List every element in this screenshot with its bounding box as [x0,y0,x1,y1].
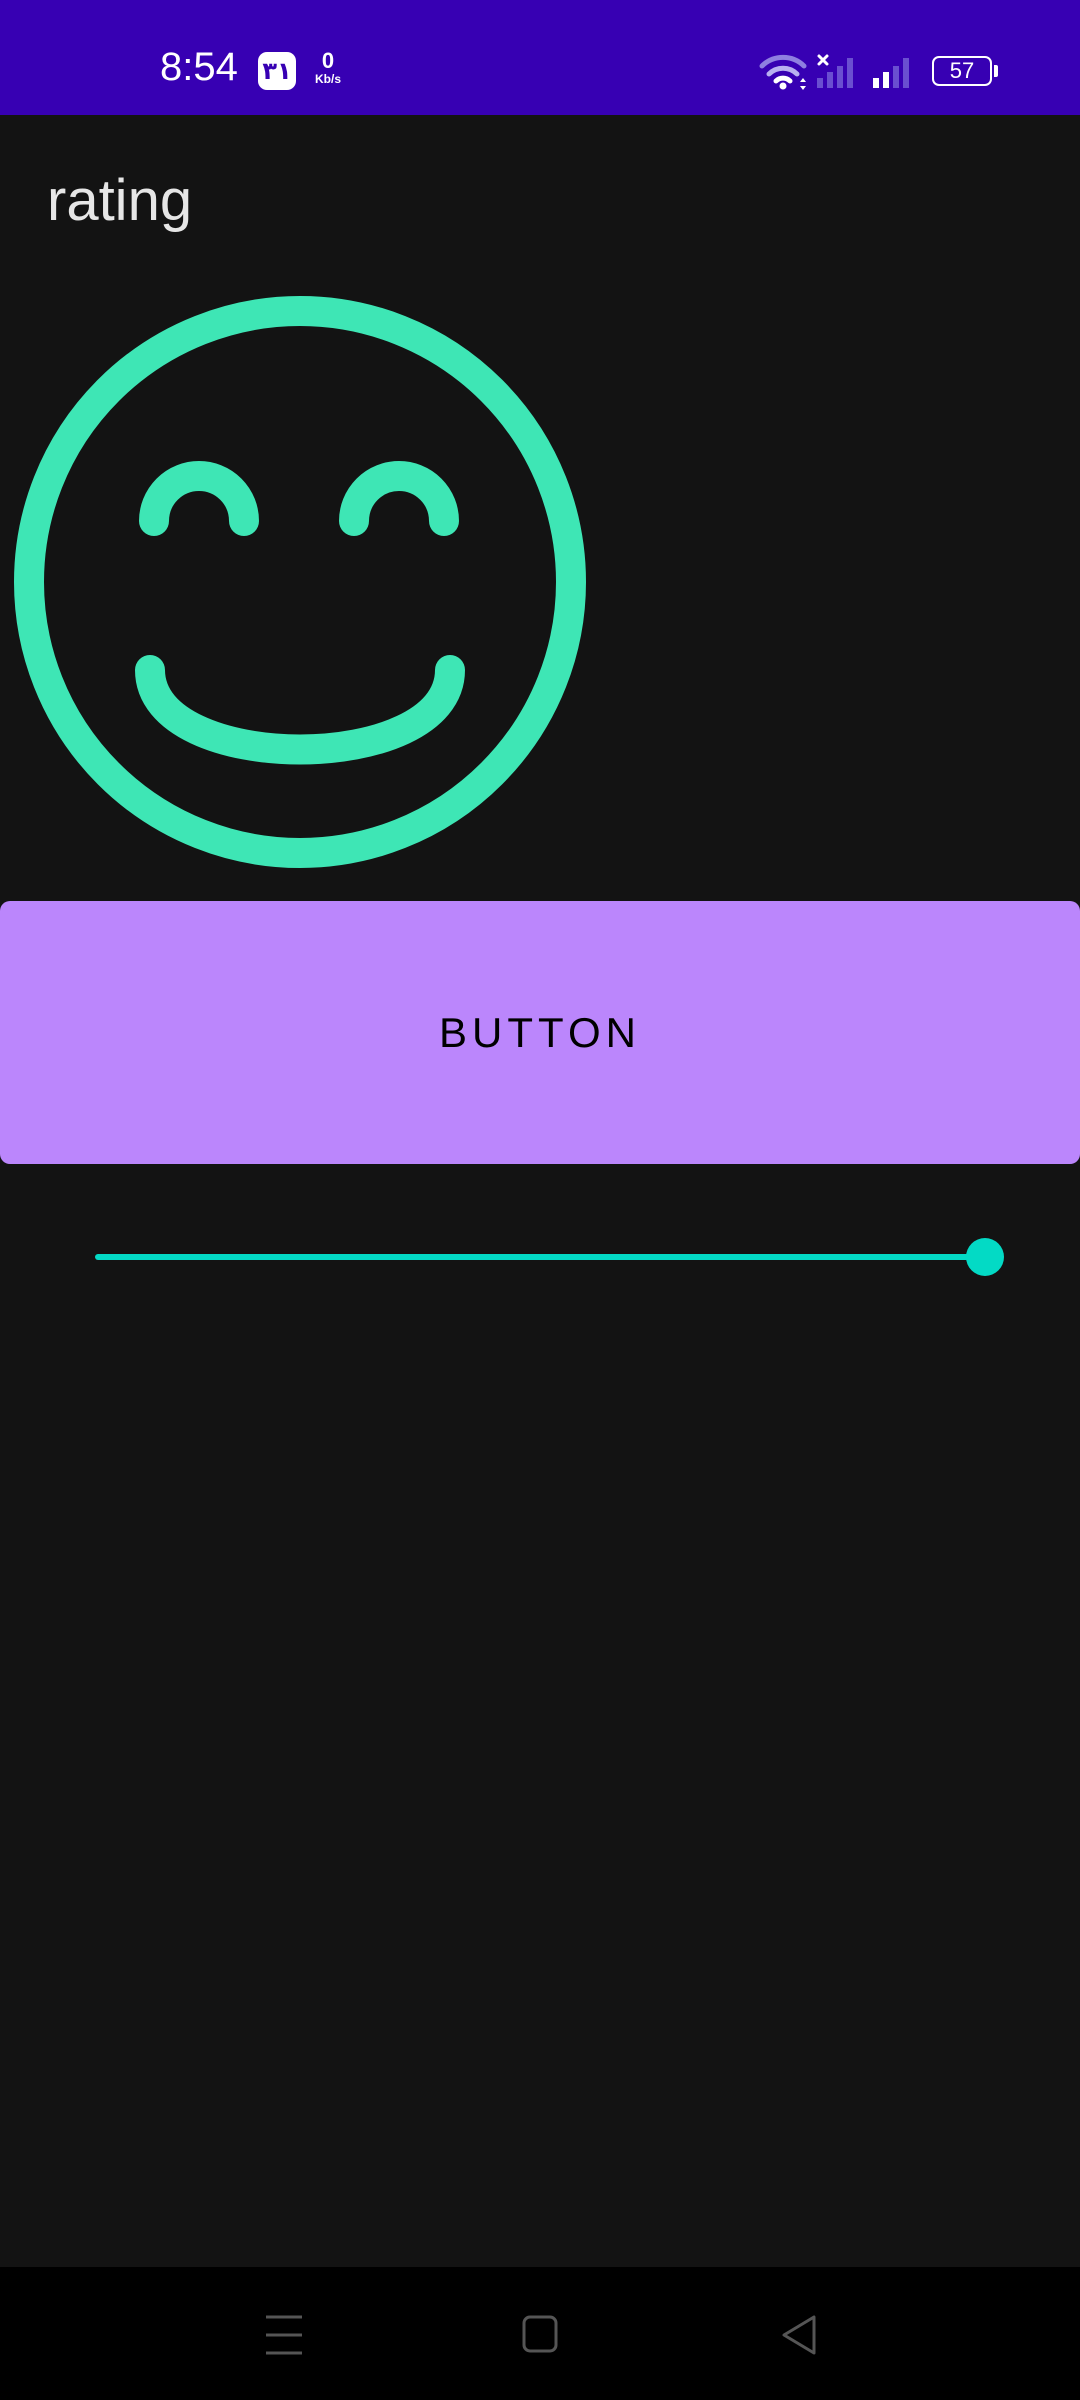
slider-thumb[interactable] [966,1238,1004,1276]
signal-no-sim-icon [817,54,853,88]
battery-tip [994,65,998,77]
right-eye [339,461,459,536]
main-button[interactable]: BUTTON [0,901,1080,1164]
network-speed-value: 0 [321,48,335,73]
menu-icon[interactable] [244,2295,324,2375]
slider-track[interactable] [95,1254,985,1260]
home-icon[interactable] [500,2295,580,2375]
status-time: 8:54 [160,45,238,89]
back-icon[interactable] [758,2295,838,2375]
network-speed-unit: Kb/s [314,72,341,86]
status-bar: 8:54 ٣١ 0 Kb/s 57 [0,0,1080,115]
signal-icon [873,58,909,88]
wifi-icon [759,54,807,90]
face-outline [14,296,586,868]
rating-slider[interactable] [95,1236,1005,1276]
navigation-bar [0,2267,1080,2400]
app-screen: 8:54 ٣١ 0 Kb/s 57 rating BUTTON [0,0,1080,2400]
page-title: rating [47,168,193,233]
smiley-icon[interactable] [14,296,586,868]
mouth [135,655,465,765]
left-eye [139,461,259,536]
battery-icon: 57 [932,56,992,86]
network-speed: 0 Kb/s [308,48,348,87]
calendar-notification-icon: ٣١ [258,52,296,90]
